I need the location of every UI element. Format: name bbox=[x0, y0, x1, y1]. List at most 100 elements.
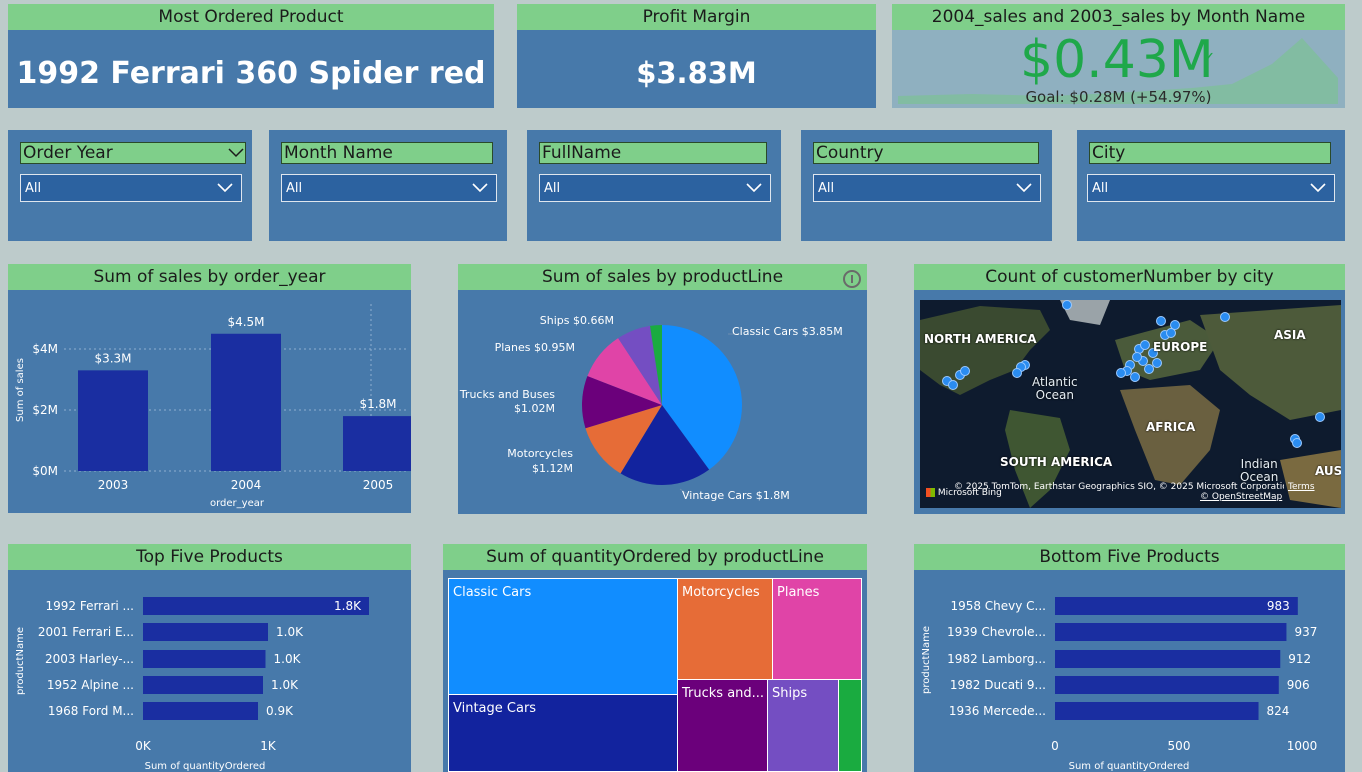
map-terms-link[interactable]: Terms bbox=[1288, 482, 1315, 492]
city-marker[interactable] bbox=[1130, 372, 1140, 382]
x-axis-label: Sum of quantityOrdered bbox=[1069, 761, 1190, 772]
product-bar[interactable] bbox=[143, 676, 263, 694]
city-marker[interactable] bbox=[1012, 368, 1022, 378]
chevron-down-icon bbox=[1016, 183, 1032, 193]
city-marker[interactable] bbox=[1220, 312, 1230, 322]
pie-label-ships: Ships $0.66M bbox=[540, 314, 614, 327]
data-label: $1.8M bbox=[359, 397, 396, 411]
continent-label: NORTH AMERICA bbox=[924, 332, 1037, 346]
bar-value-label: 824 bbox=[1267, 704, 1290, 718]
pie-label-trucks-val: $1.02M bbox=[514, 402, 555, 415]
bar-value-label: 983 bbox=[1267, 599, 1290, 613]
bar-2004[interactable] bbox=[211, 333, 281, 471]
sales-by-year-svg: $0M $2M $4M $3.3M2003$4.5M2004$1.8M2005 … bbox=[15, 304, 411, 509]
kpi-value: $0.43M bbox=[1020, 30, 1214, 90]
slicer-month-name[interactable]: Month Name All bbox=[269, 130, 507, 241]
pie-label-motorcycles-val: $1.12M bbox=[532, 462, 573, 475]
slicer-order-year[interactable]: Order Year All bbox=[8, 130, 252, 241]
product-name-label: 1982 Lamborg... bbox=[947, 652, 1046, 666]
most-ordered-value: 1992 Ferrari 360 Spider red bbox=[16, 56, 486, 91]
map-canvas[interactable]: NORTH AMERICA EUROPE ASIA AFRICA SOUTH A… bbox=[920, 300, 1341, 508]
profit-margin-value: $3.83M bbox=[636, 56, 757, 90]
city-marker[interactable] bbox=[948, 380, 958, 390]
city-marker[interactable] bbox=[1315, 412, 1325, 422]
treemap-trains[interactable] bbox=[838, 679, 862, 772]
chevron-down-icon bbox=[217, 183, 233, 193]
product-name-label: 1939 Chevrole... bbox=[947, 625, 1046, 639]
data-label: $3.3M bbox=[94, 351, 131, 365]
product-bar[interactable] bbox=[143, 623, 268, 641]
slicer-city[interactable]: City All bbox=[1077, 130, 1345, 241]
city-marker[interactable] bbox=[1292, 438, 1302, 448]
pie-svg: Classic Cars $3.85M Vintage Cars $1.8M M… bbox=[459, 314, 843, 502]
land-australia bbox=[1280, 450, 1341, 508]
treemap-classic-cars[interactable]: Classic Cars bbox=[448, 578, 678, 695]
slicer-fullname-value: All bbox=[544, 181, 561, 196]
y-tick: $2M bbox=[32, 403, 58, 417]
treemap-title: Sum of quantityOrdered by productLine bbox=[443, 544, 867, 570]
city-marker[interactable] bbox=[1062, 300, 1072, 310]
slicer-fullname-dropdown[interactable]: All bbox=[539, 174, 771, 202]
product-bar[interactable] bbox=[1055, 623, 1287, 641]
check-icon: ✓ bbox=[1202, 48, 1216, 67]
treemap-vintage-cars[interactable]: Vintage Cars bbox=[448, 694, 678, 772]
city-marker[interactable] bbox=[1116, 368, 1126, 378]
top-five-products-chart: Top Five Products 1992 Ferrari ... 1.8K 20… bbox=[8, 544, 411, 772]
product-bar[interactable] bbox=[1055, 650, 1281, 668]
product-bar[interactable] bbox=[143, 702, 258, 720]
continent-label: SOUTH AMERICA bbox=[1000, 455, 1113, 469]
x-tick: 2004 bbox=[231, 478, 262, 492]
map-attribution: © 2025 TomTom, Earthstar Geographics SIO… bbox=[954, 482, 1284, 492]
bar-2003[interactable] bbox=[78, 370, 148, 471]
pie-label-vintage: Vintage Cars $1.8M bbox=[682, 489, 790, 502]
pie-label-motorcycles: Motorcycles bbox=[507, 447, 573, 460]
city-marker[interactable] bbox=[1144, 364, 1154, 374]
slicer-country[interactable]: Country All bbox=[801, 130, 1052, 241]
slicer-fullname[interactable]: FullName All bbox=[527, 130, 781, 241]
bar-2005[interactable] bbox=[343, 416, 411, 471]
city-marker[interactable] bbox=[1166, 328, 1176, 338]
x-axis-label: Sum of quantityOrdered bbox=[145, 761, 266, 772]
city-marker[interactable] bbox=[1156, 316, 1166, 326]
map-title: Count of customerNumber by city bbox=[914, 264, 1345, 290]
bottom-five-products-chart: Bottom Five Products 1958 Chevy C... 983 1… bbox=[914, 544, 1345, 772]
y-tick: $0M bbox=[32, 464, 58, 478]
y-axis-label: productName bbox=[921, 626, 932, 694]
map-osm-link[interactable]: © OpenStreetMap bbox=[1200, 492, 1282, 502]
chevron-down-icon bbox=[472, 183, 488, 193]
city-marker[interactable] bbox=[960, 366, 970, 376]
y-axis-label: Sum of sales bbox=[15, 358, 26, 422]
slicer-fullname-title: FullName bbox=[539, 142, 767, 164]
slicer-city-title: City bbox=[1089, 142, 1331, 164]
x-tick: 2005 bbox=[363, 478, 394, 492]
kpi-goal: Goal: $0.28M (+54.97%) bbox=[1025, 88, 1212, 106]
x-axis-label: order_year bbox=[210, 498, 265, 509]
slicer-order-year-dropdown[interactable]: All bbox=[20, 174, 242, 202]
bar-value-label: 1.8K bbox=[334, 599, 362, 613]
slicer-city-dropdown[interactable]: All bbox=[1087, 174, 1335, 202]
pie-label-classic: Classic Cars $3.85M bbox=[732, 325, 843, 338]
treemap-planes[interactable]: Planes bbox=[772, 578, 862, 680]
product-name-label: 1968 Ford M... bbox=[48, 704, 134, 718]
treemap-ships[interactable]: Ships bbox=[767, 679, 839, 772]
quantity-by-productline-treemap: Sum of quantityOrdered by productLine Cl… bbox=[443, 544, 867, 772]
slicer-month-name-title: Month Name bbox=[281, 142, 493, 164]
treemap-motorcycles[interactable]: Motorcycles bbox=[677, 578, 773, 680]
bar-value-label: 906 bbox=[1287, 678, 1310, 692]
city-marker[interactable] bbox=[1132, 352, 1142, 362]
slicer-month-name-dropdown[interactable]: All bbox=[281, 174, 497, 202]
sales-by-year-chart: Sum of sales by order_year $0M $2M $4M $… bbox=[8, 264, 411, 513]
product-bar[interactable] bbox=[1055, 676, 1279, 694]
chevron-down-icon[interactable] bbox=[228, 144, 244, 163]
product-bar[interactable] bbox=[143, 650, 266, 668]
pie-label-planes: Planes $0.95M bbox=[495, 341, 575, 354]
sales-by-productline-pie: Sum of sales by productLine Classic Cars… bbox=[458, 264, 867, 514]
product-bar[interactable] bbox=[1055, 597, 1298, 615]
x-tick: 1000 bbox=[1287, 739, 1318, 753]
kpi-card: 2004_sales and 2003_sales by Month Name … bbox=[892, 4, 1345, 108]
treemap-trucks[interactable]: Trucks and... bbox=[677, 679, 768, 772]
x-tick: 0K bbox=[135, 739, 152, 753]
slicer-country-dropdown[interactable]: All bbox=[813, 174, 1041, 202]
product-bar[interactable] bbox=[1055, 702, 1259, 720]
x-tick: 0 bbox=[1051, 739, 1059, 753]
